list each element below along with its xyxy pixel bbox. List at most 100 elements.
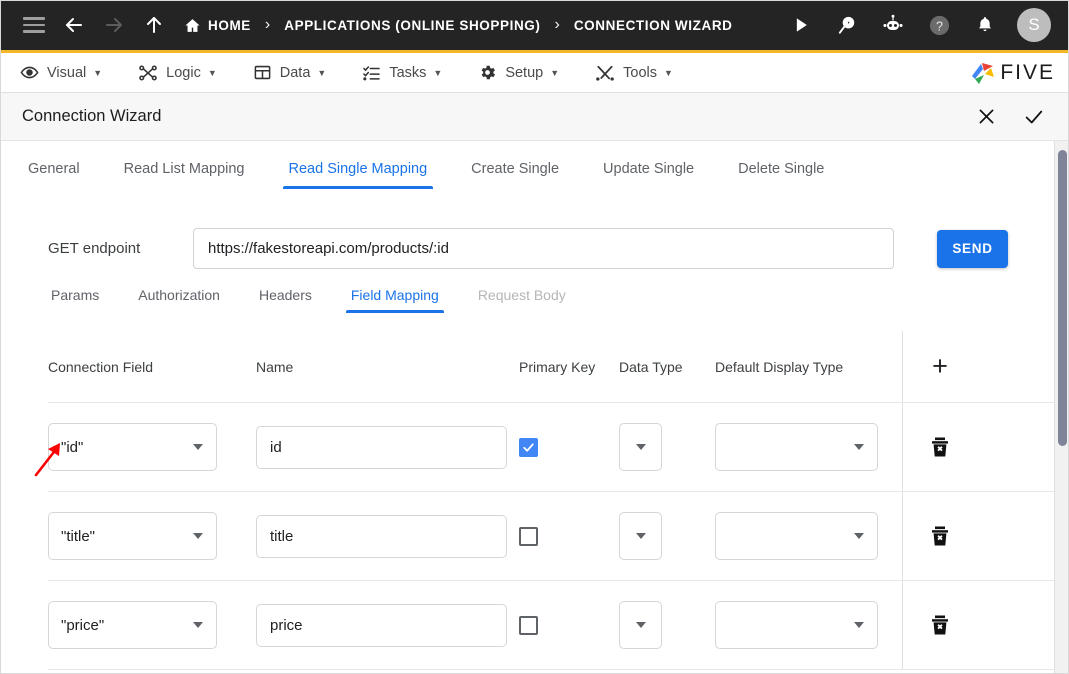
- vertical-scrollbar[interactable]: [1054, 141, 1069, 674]
- send-button[interactable]: SEND: [937, 229, 1008, 268]
- table-icon: [253, 63, 272, 82]
- application-menu-bar: Visual ▼ Logic ▼ Data ▼ Tasks ▼ Setup ▼ …: [0, 53, 1069, 93]
- close-icon[interactable]: [973, 104, 999, 130]
- default-display-type-select[interactable]: [715, 423, 878, 471]
- up-arrow-icon[interactable]: [134, 5, 174, 45]
- default-display-type-select[interactable]: [715, 601, 878, 649]
- endpoint-label: GET endpoint: [48, 240, 141, 257]
- endpoint-row: GET endpoint SEND: [0, 190, 1069, 269]
- name-input[interactable]: [256, 514, 507, 558]
- tab-general[interactable]: General: [22, 161, 86, 189]
- tab-read-list-mapping[interactable]: Read List Mapping: [118, 161, 251, 189]
- back-arrow-icon[interactable]: [54, 5, 94, 45]
- menu-item-label: Visual: [47, 64, 87, 81]
- chevron-down-icon: [854, 533, 864, 539]
- data-type-select[interactable]: [619, 601, 662, 649]
- wizard-content: General Read List Mapping Read Single Ma…: [0, 141, 1069, 674]
- plus-icon[interactable]: +: [932, 353, 948, 380]
- subtab-params[interactable]: Params: [48, 287, 102, 313]
- hamburger-icon[interactable]: [14, 5, 54, 45]
- five-logo-mark: [972, 62, 995, 84]
- default-display-type-select[interactable]: [715, 512, 878, 560]
- table-header-row: Connection Field Name Primary Key Data T…: [48, 331, 1069, 403]
- trash-icon[interactable]: [930, 436, 950, 458]
- name-input[interactable]: [256, 425, 507, 469]
- five-logo: FIVE: [969, 60, 1055, 86]
- connection-field-select[interactable]: "price": [48, 601, 217, 649]
- chevron-down-icon: [193, 444, 203, 450]
- trash-icon[interactable]: [930, 525, 950, 547]
- subtab-field-mapping[interactable]: Field Mapping: [345, 287, 444, 313]
- primary-key-checkbox[interactable]: [519, 437, 538, 457]
- tab-delete-single[interactable]: Delete Single: [732, 161, 830, 189]
- avatar[interactable]: S: [1017, 8, 1051, 42]
- breadcrumb-separator: ›: [264, 16, 271, 33]
- primary-key-checkbox[interactable]: [519, 526, 538, 546]
- primary-key-checkbox[interactable]: [519, 615, 538, 635]
- chevron-down-icon: ▼: [317, 67, 327, 78]
- tab-update-single[interactable]: Update Single: [597, 161, 700, 189]
- wizard-header-actions: [973, 104, 1047, 130]
- page-title: Connection Wizard: [22, 107, 162, 125]
- tab-read-single-mapping[interactable]: Read Single Mapping: [282, 161, 434, 189]
- svg-text:?: ?: [936, 19, 943, 33]
- connection-field-value: "price": [61, 616, 105, 634]
- wrench-screwdriver-icon: [595, 63, 615, 83]
- menu-item-setup[interactable]: Setup ▼: [478, 63, 559, 82]
- robot-icon[interactable]: [873, 5, 913, 45]
- chevron-down-icon: [636, 622, 646, 628]
- data-type-select[interactable]: [619, 423, 662, 471]
- endpoint-input[interactable]: [193, 228, 894, 269]
- menu-item-data[interactable]: Data ▼: [253, 63, 327, 82]
- chevron-down-icon: [636, 533, 646, 539]
- checklist-icon: [362, 63, 381, 82]
- check-icon[interactable]: [1021, 104, 1047, 130]
- column-header-data-type: Data Type: [619, 358, 683, 375]
- menu-item-tasks[interactable]: Tasks ▼: [362, 63, 442, 82]
- menu-item-label: Logic: [166, 64, 201, 81]
- field-mapping-table: Connection Field Name Primary Key Data T…: [0, 331, 1069, 670]
- request-subtabs: Params Authorization Headers Field Mappi…: [0, 269, 1069, 313]
- name-input[interactable]: [256, 603, 507, 647]
- breadcrumb-item-applications[interactable]: APPLICATIONS (ONLINE SHOPPING): [284, 18, 540, 33]
- table-row: "id": [48, 403, 1069, 492]
- column-header-name: Name: [256, 358, 294, 375]
- chevron-down-icon: ▼: [664, 67, 673, 78]
- chevron-down-icon: [636, 444, 646, 450]
- subtab-headers[interactable]: Headers: [256, 287, 315, 313]
- app-root: HOME › APPLICATIONS (ONLINE SHOPPING) › …: [0, 0, 1069, 674]
- connection-field-select[interactable]: "id": [48, 423, 217, 471]
- breadcrumb-label-home: HOME: [208, 17, 251, 33]
- column-header-connection-field: Connection Field: [48, 358, 154, 375]
- top-navigation-bar: HOME › APPLICATIONS (ONLINE SHOPPING) › …: [0, 0, 1069, 53]
- forward-arrow-icon[interactable]: [94, 5, 134, 45]
- help-icon[interactable]: ?: [919, 5, 959, 45]
- subtab-authorization[interactable]: Authorization: [135, 287, 223, 313]
- menu-item-label: Data: [279, 64, 311, 81]
- breadcrumb-item-home[interactable]: HOME: [184, 17, 251, 34]
- menu-item-tools[interactable]: Tools ▼: [595, 63, 673, 83]
- wizard-header: Connection Wizard: [0, 93, 1069, 141]
- top-bar-actions: ? S: [781, 5, 1051, 45]
- home-icon: [184, 17, 201, 34]
- chevron-down-icon: [193, 533, 203, 539]
- breadcrumb: HOME › APPLICATIONS (ONLINE SHOPPING) › …: [184, 16, 733, 34]
- search-play-icon[interactable]: [827, 5, 867, 45]
- data-type-select[interactable]: [619, 512, 662, 560]
- tab-create-single[interactable]: Create Single: [465, 161, 565, 189]
- menu-item-logic[interactable]: Logic ▼: [138, 63, 217, 83]
- menu-item-visual[interactable]: Visual ▼: [20, 63, 102, 82]
- menu-item-label: Tasks: [389, 64, 427, 81]
- connection-field-value: "title": [61, 527, 95, 545]
- trash-icon[interactable]: [930, 614, 950, 636]
- scrollbar-thumb[interactable]: [1058, 150, 1067, 446]
- breadcrumb-separator: ›: [554, 16, 560, 33]
- play-icon[interactable]: [781, 5, 821, 45]
- chevron-down-icon: ▼: [433, 67, 443, 78]
- chevron-down-icon: ▼: [93, 67, 103, 78]
- connection-field-select[interactable]: "title": [48, 512, 217, 560]
- table-row: "title": [48, 492, 1069, 581]
- breadcrumb-item-connection-wizard[interactable]: CONNECTION WIZARD: [574, 18, 733, 33]
- column-header-primary-key: Primary Key: [519, 358, 596, 375]
- bell-icon[interactable]: [965, 5, 1005, 45]
